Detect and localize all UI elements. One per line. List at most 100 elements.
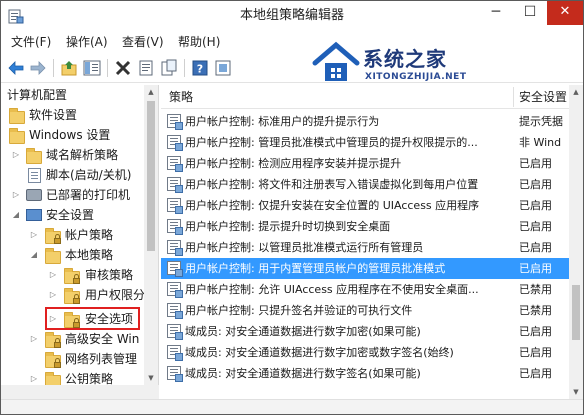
tree-item-computer-config[interactable]: 计算机配置 bbox=[7, 85, 67, 105]
policy-name: 用户帐户控制: 只提升签名并验证的可执行文件 bbox=[185, 304, 413, 317]
list-vertical-scrollbar[interactable]: ▲ ▼ bbox=[569, 85, 583, 399]
toolbar-separator bbox=[107, 59, 108, 77]
export-list-icon[interactable] bbox=[160, 59, 178, 77]
policy-name: 用户帐户控制: 以管理员批准模式运行所有管理员 bbox=[185, 241, 424, 254]
table-row[interactable]: 域成员: 对安全通道数据进行数字加密或数字签名(始终) 已启用 bbox=[161, 342, 569, 363]
lock-icon bbox=[54, 358, 61, 368]
forward-arrow-icon[interactable] bbox=[29, 59, 47, 77]
tree-item-printers[interactable]: 已部署的打印机 bbox=[46, 185, 130, 205]
lock-icon bbox=[73, 294, 80, 304]
policy-name: 用户帐户控制: 检测应用程序安装并提示提升 bbox=[185, 157, 402, 170]
expand-arrow-icon[interactable]: ▷ bbox=[29, 369, 39, 385]
policy-name: 用户帐户控制: 管理员批准模式中管理员的提升权限提示的... bbox=[185, 136, 478, 149]
policy-editor-window: 本地组策略编辑器 ─ ☐ ✕ 文件(F) 操作(A) 查看(V) 帮助(H) ?… bbox=[0, 0, 584, 415]
tree-item-account-policies[interactable]: 帐户策略 bbox=[65, 225, 113, 245]
policy-name: 用户帐户控制: 将文件和注册表写入错误虚拟化到每用户位置 bbox=[185, 178, 479, 191]
console-tree: 计算机配置 软件设置 Windows 设置 ▷ 域名解析策略 脚本(启动/关机)… bbox=[1, 85, 159, 385]
table-row[interactable]: 用户帐户控制: 允许 UIAccess 应用程序在不使用安全桌面... 已禁用 bbox=[161, 279, 569, 300]
scroll-down-icon[interactable]: ▼ bbox=[569, 385, 583, 399]
policy-name: 域成员: 对安全通道数据进行数字签名(如果可能) bbox=[185, 367, 421, 380]
lock-icon bbox=[54, 338, 61, 348]
delete-x-icon[interactable] bbox=[114, 59, 132, 77]
expand-arrow-icon[interactable]: ▷ bbox=[11, 145, 21, 165]
scroll-up-icon[interactable]: ▲ bbox=[144, 85, 158, 99]
policy-icon bbox=[167, 345, 183, 361]
back-arrow-icon[interactable] bbox=[7, 59, 25, 77]
expand-arrow-icon[interactable]: ▷ bbox=[48, 265, 58, 285]
tree-item-label: 用户权限分 bbox=[85, 288, 146, 302]
policy-name: 用户帐户控制: 提示提升时切换到安全桌面 bbox=[185, 220, 391, 233]
toolbar-separator bbox=[53, 59, 54, 77]
policy-name: 域成员: 对安全通道数据进行数字加密(如果可能) bbox=[185, 325, 421, 338]
table-row[interactable]: 域成员: 对安全通道数据进行数字加密(如果可能) 已启用 bbox=[161, 321, 569, 342]
expand-arrow-icon[interactable]: ▷ bbox=[29, 329, 39, 349]
lock-icon bbox=[54, 234, 61, 244]
tree-item-label: 公钥策略 bbox=[65, 372, 114, 385]
folder-icon bbox=[45, 248, 61, 264]
table-row-selected[interactable]: 用户帐户控制: 用于内置管理员帐户的管理员批准模式 已启用 bbox=[161, 258, 569, 279]
table-row[interactable]: 用户帐户控制: 仅提升安装在安全位置的 UIAccess 应用程序 已启用 bbox=[161, 195, 569, 216]
table-row[interactable]: 用户帐户控制: 以管理员批准模式运行所有管理员 已启用 bbox=[161, 237, 569, 258]
maximize-button[interactable]: ☐ bbox=[513, 1, 547, 25]
site-logo: 系统之家 XITONGZHIJIA.NET bbox=[311, 39, 511, 89]
tree-item-name-resolution[interactable]: 域名解析策略 bbox=[46, 145, 118, 165]
tree-horizontal-scrollbar[interactable] bbox=[1, 385, 159, 399]
tree-item-security-settings[interactable]: 安全设置 bbox=[46, 205, 94, 225]
policy-icon bbox=[167, 219, 183, 235]
table-row[interactable]: 用户帐户控制: 标准用户的提升提示行为 提示凭据 bbox=[161, 111, 569, 132]
filter-options-icon[interactable] bbox=[214, 59, 232, 77]
tree-item-label: 域名解析策略 bbox=[46, 148, 119, 162]
tree-item-public-key[interactable]: 公钥策略 bbox=[65, 369, 113, 385]
table-row[interactable]: 用户帐户控制: 管理员批准模式中管理员的提升权限提示的... 非 Wind bbox=[161, 132, 569, 153]
tree-item-network-list[interactable]: 网络列表管理 bbox=[65, 349, 137, 369]
policy-icon bbox=[167, 156, 183, 172]
properties-icon[interactable] bbox=[137, 59, 155, 77]
column-header-policy[interactable]: 策略 bbox=[169, 85, 193, 109]
menu-file[interactable]: 文件(F) bbox=[11, 34, 51, 50]
folder-icon bbox=[9, 128, 25, 144]
policy-list: 策略 安全设置 用户帐户控制: 标准用户的提升提示行为 提示凭据 用户帐户控制:… bbox=[161, 85, 583, 399]
minimize-button[interactable]: ─ bbox=[479, 1, 513, 25]
tree-item-label: 软件设置 bbox=[29, 108, 78, 122]
svg-text:?: ? bbox=[197, 63, 203, 76]
tree-item-label: 计算机配置 bbox=[7, 88, 68, 102]
column-header-setting[interactable]: 安全设置 bbox=[519, 85, 567, 109]
tree-item-software-settings[interactable]: 软件设置 bbox=[29, 105, 77, 125]
menu-action[interactable]: 操作(A) bbox=[66, 34, 108, 50]
scroll-thumb[interactable] bbox=[147, 101, 155, 251]
table-row[interactable]: 用户帐户控制: 只提升签名并验证的可执行文件 已禁用 bbox=[161, 300, 569, 321]
house-logo-icon bbox=[312, 41, 360, 81]
scroll-down-icon[interactable]: ▼ bbox=[144, 371, 158, 385]
expand-arrow-icon[interactable]: ▷ bbox=[48, 285, 58, 305]
close-button[interactable]: ✕ bbox=[547, 1, 583, 25]
policy-icon bbox=[167, 114, 183, 130]
tree-item-windows-settings[interactable]: Windows 设置 bbox=[29, 125, 110, 145]
expand-arrow-icon[interactable]: ▷ bbox=[11, 185, 21, 205]
menu-help[interactable]: 帮助(H) bbox=[178, 34, 220, 50]
policy-name: 用户帐户控制: 仅提升安装在安全位置的 UIAccess 应用程序 bbox=[185, 199, 480, 212]
tree-item-scripts[interactable]: 脚本(启动/关机) bbox=[46, 165, 131, 185]
collapse-arrow-icon[interactable]: ◢ bbox=[11, 205, 21, 225]
collapse-arrow-icon[interactable]: ◢ bbox=[29, 245, 39, 265]
table-row[interactable]: 用户帐户控制: 提示提升时切换到安全桌面 已启用 bbox=[161, 216, 569, 237]
scroll-thumb[interactable] bbox=[572, 285, 580, 340]
tree-vertical-scrollbar[interactable]: ▲ ▼ bbox=[144, 85, 158, 385]
table-row[interactable]: 用户帐户控制: 检测应用程序安装并提示提升 已启用 bbox=[161, 153, 569, 174]
policy-name: 用户帐户控制: 用于内置管理员帐户的管理员批准模式 bbox=[185, 262, 446, 275]
column-divider[interactable] bbox=[513, 87, 514, 107]
tree-item-local-policies[interactable]: 本地策略 bbox=[65, 245, 113, 265]
scroll-up-icon[interactable]: ▲ bbox=[569, 85, 583, 99]
table-row[interactable]: 域成员: 对安全通道数据进行数字签名(如果可能) 已启用 bbox=[161, 363, 569, 384]
help-icon[interactable]: ? bbox=[191, 59, 209, 77]
show-hide-tree-icon[interactable] bbox=[83, 59, 101, 77]
tree-item-advanced-firewall[interactable]: 高级安全 Win bbox=[65, 329, 139, 349]
tree-item-audit-policy[interactable]: 审核策略 bbox=[85, 265, 133, 285]
expand-arrow-icon[interactable]: ▷ bbox=[29, 225, 39, 245]
up-folder-icon[interactable] bbox=[60, 59, 78, 77]
folder-icon bbox=[26, 148, 42, 164]
tree-item-user-rights[interactable]: 用户权限分 bbox=[85, 285, 145, 305]
policy-icon bbox=[167, 135, 183, 151]
menu-view[interactable]: 查看(V) bbox=[122, 34, 164, 50]
table-row[interactable]: 用户帐户控制: 将文件和注册表写入错误虚拟化到每用户位置 已启用 bbox=[161, 174, 569, 195]
list-header: 策略 安全设置 bbox=[161, 85, 583, 109]
